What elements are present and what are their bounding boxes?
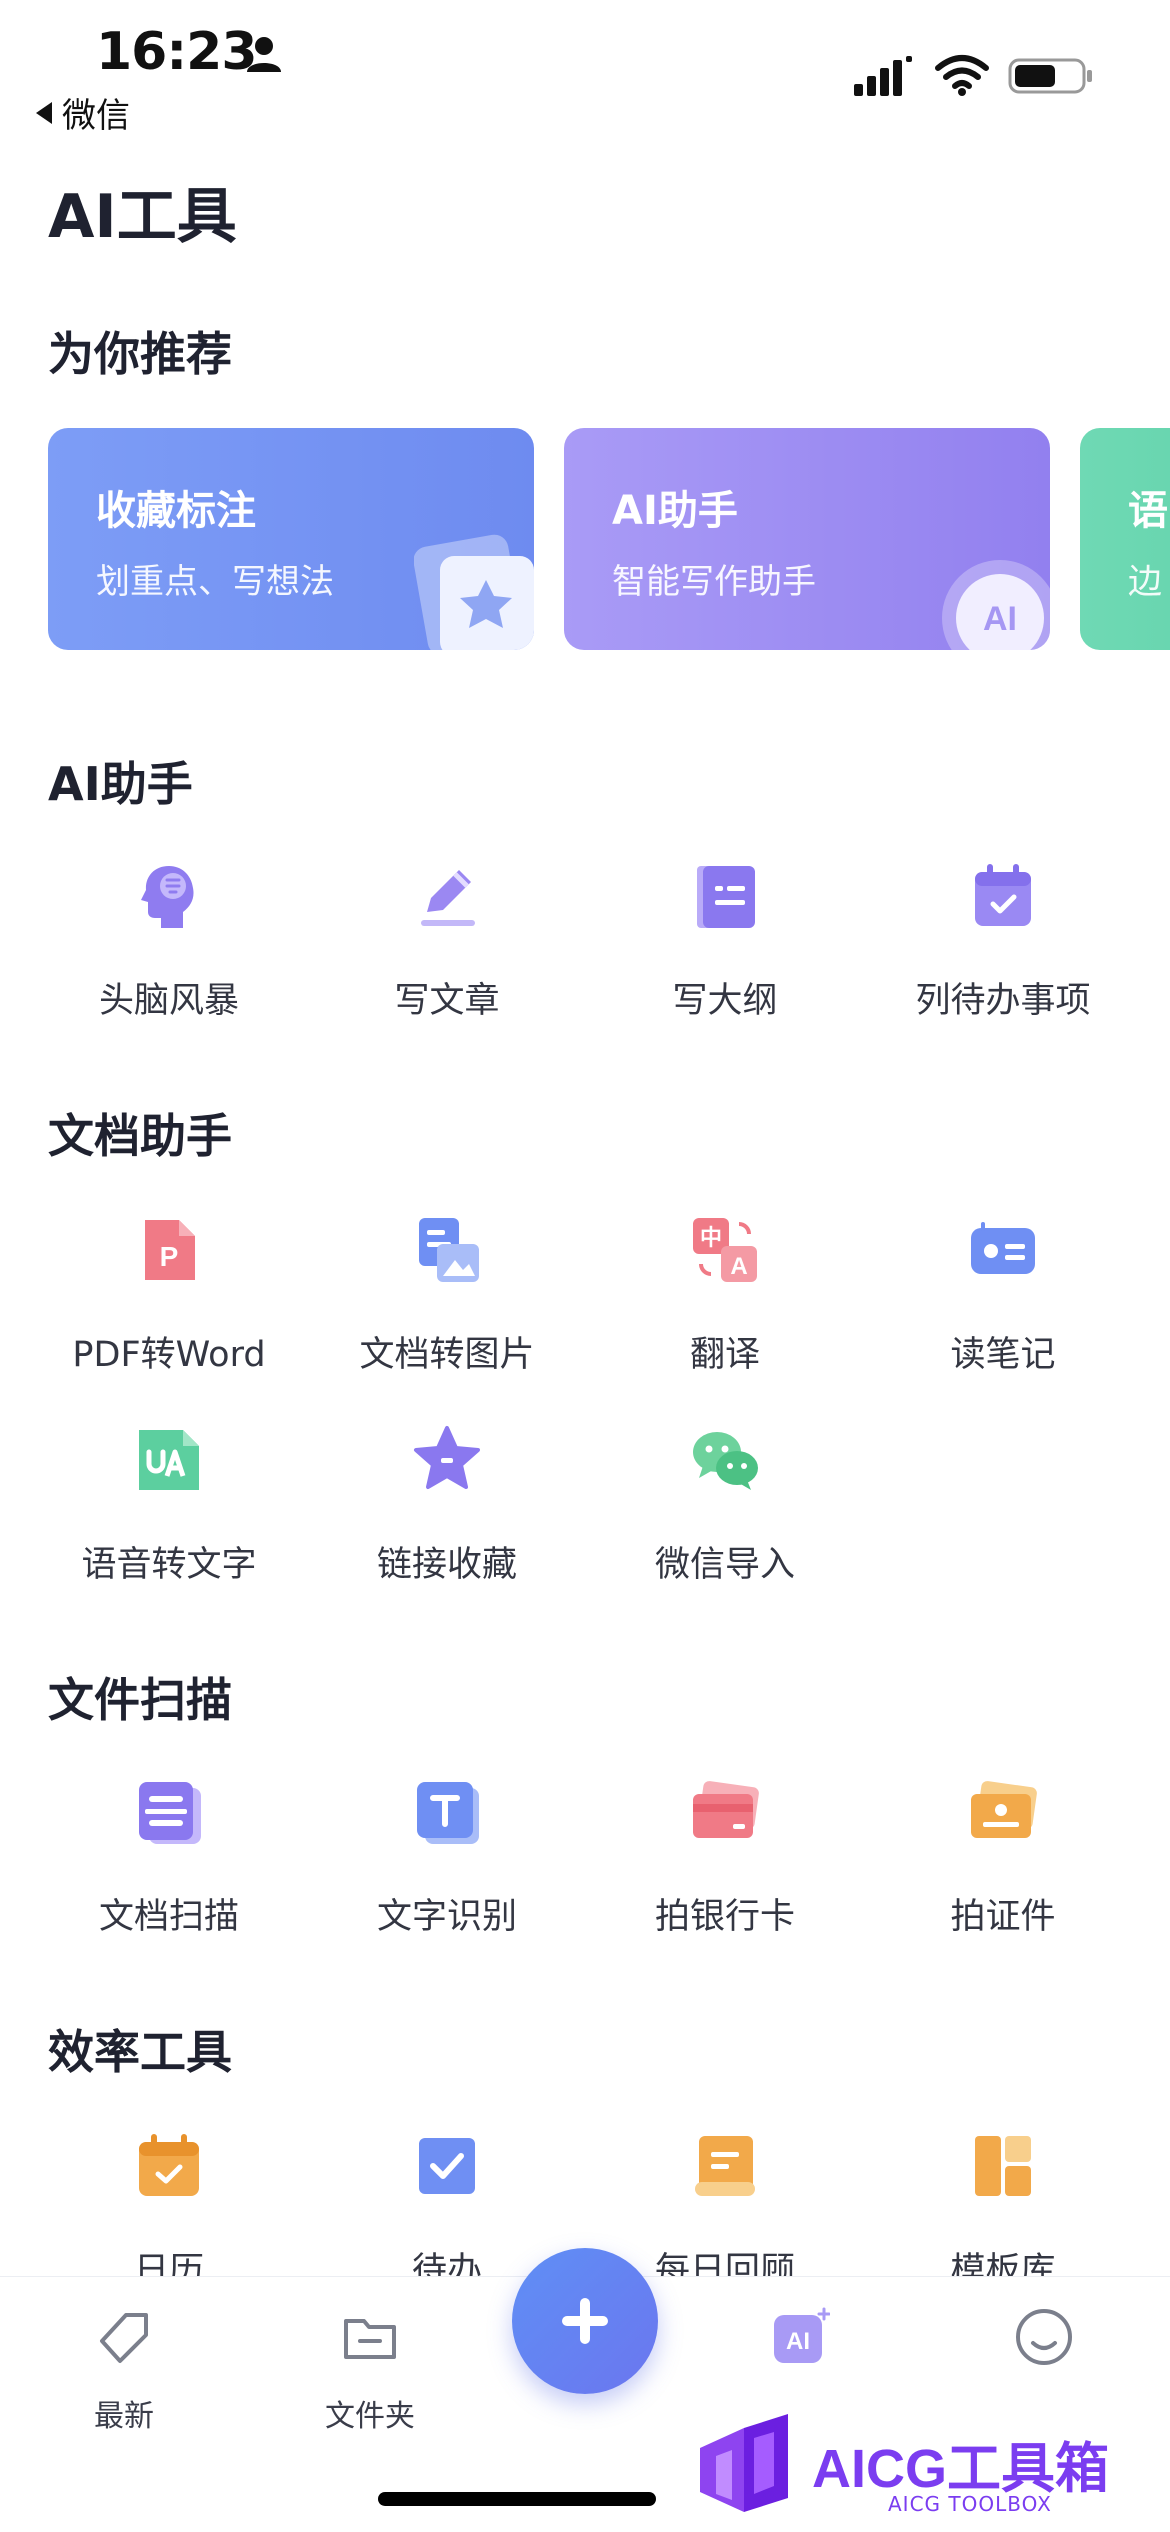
tool-label: 拍证件 bbox=[950, 1897, 1056, 1937]
tab-label: 文件夹 bbox=[325, 2399, 415, 2434]
tool-label: 头脑风暴 bbox=[98, 981, 239, 1021]
tool-link-bookmark[interactable]: 链接收藏 bbox=[308, 1424, 586, 1614]
tool-text-ocr[interactable]: 文字识别 bbox=[308, 1776, 586, 1966]
recommend-card-voice[interactable]: 语 边 bbox=[1080, 428, 1170, 650]
tab-folder[interactable]: 文件夹 bbox=[270, 2307, 470, 2457]
recommend-card-subtitle: 划重点、写想法 bbox=[96, 562, 334, 602]
text-ocr-icon bbox=[417, 1782, 479, 1844]
section-title-file-scan: 文件扫描 bbox=[48, 1673, 232, 1727]
tool-label: 拍银行卡 bbox=[654, 1897, 795, 1937]
tool-write-outline[interactable]: 写大纲 bbox=[586, 860, 864, 1050]
person-icon bbox=[247, 37, 281, 72]
tool-label: 写大纲 bbox=[672, 981, 778, 1021]
tool-label: 文字识别 bbox=[376, 1897, 517, 1937]
tool-voice-to-text[interactable]: 语音转文字 bbox=[30, 1424, 308, 1614]
outline-book-icon bbox=[697, 866, 755, 928]
back-arrow-icon bbox=[36, 101, 52, 124]
id-card-icon bbox=[971, 1781, 1037, 1838]
voice-to-text-icon bbox=[139, 1430, 199, 1490]
section-title-efficiency: 效率工具 bbox=[48, 2025, 232, 2079]
tab-latest[interactable]: 最新 bbox=[24, 2307, 224, 2457]
recommend-card-ai-assistant[interactable]: AI助手 智能写作助手 AI bbox=[564, 428, 1050, 650]
star-bookmark-icon bbox=[414, 1426, 480, 1489]
tool-wechat-import[interactable]: 微信导入 bbox=[586, 1424, 864, 1614]
pdf-icon: P bbox=[145, 1220, 195, 1280]
tool-label: PDF转Word bbox=[72, 1335, 266, 1375]
tool-label: 链接收藏 bbox=[376, 1545, 517, 1585]
tool-doc-to-image[interactable]: 文档转图片 bbox=[308, 1214, 586, 1404]
tool-label: 写文章 bbox=[394, 981, 500, 1021]
svg-text:A: A bbox=[730, 1253, 747, 1280]
recommend-card-favorites[interactable]: 收藏标注 划重点、写想法 bbox=[48, 428, 534, 650]
doc-scan-icon bbox=[139, 1782, 201, 1844]
back-app-label: 微信 bbox=[62, 96, 130, 136]
wifi-icon bbox=[935, 55, 989, 96]
plus-icon-vertical bbox=[580, 2298, 590, 2344]
back-to-wechat-link[interactable]: 微信 bbox=[36, 88, 130, 137]
recommend-card-subtitle: 智能写作助手 bbox=[612, 562, 816, 602]
tool-label: 文档转图片 bbox=[359, 1335, 535, 1375]
status-bar: 16:23 微信 bbox=[0, 0, 1170, 136]
tool-read-notes[interactable]: 读笔记 bbox=[864, 1214, 1142, 1404]
translate-icon: 中 A bbox=[693, 1218, 757, 1282]
battery-icon bbox=[1008, 58, 1092, 94]
tool-brainstorm[interactable]: 头脑风暴 bbox=[30, 860, 308, 1050]
svg-text:P: P bbox=[160, 1241, 179, 1272]
tag-icon bbox=[100, 2313, 148, 2363]
ai-tools-icon: AI bbox=[774, 2307, 830, 2363]
tool-pdf-to-word[interactable]: P PDF转Word bbox=[30, 1214, 308, 1404]
tool-label: 读笔记 bbox=[950, 1335, 1056, 1375]
star-card-icon bbox=[414, 534, 534, 650]
checkbox-icon bbox=[419, 2138, 475, 2194]
pencil-icon bbox=[421, 870, 475, 926]
section-title-ai-assistant: AI助手 bbox=[48, 757, 193, 811]
tool-label: 翻译 bbox=[689, 1335, 760, 1375]
svg-text:中: 中 bbox=[700, 1226, 722, 1251]
cellular-signal-icon bbox=[854, 56, 912, 96]
calendar-icon bbox=[139, 2134, 199, 2196]
status-time: 16:23 bbox=[96, 22, 258, 82]
tool-todo-list[interactable]: 列待办事项 bbox=[864, 860, 1142, 1050]
daily-review-icon bbox=[695, 2136, 755, 2196]
bank-card-icon bbox=[693, 1781, 759, 1838]
recommend-card-title: 收藏标注 bbox=[96, 488, 256, 534]
wechat-icon bbox=[693, 1432, 758, 1490]
section-title-doc-assistant: 文档助手 bbox=[48, 1109, 232, 1163]
svg-text:AI: AI bbox=[983, 600, 1017, 638]
tool-write-article[interactable]: 写文章 bbox=[308, 860, 586, 1050]
home-indicator bbox=[378, 2492, 656, 2506]
add-new-button[interactable] bbox=[512, 2248, 658, 2394]
todo-calendar-icon bbox=[975, 864, 1031, 926]
tool-label: 文档扫描 bbox=[98, 1897, 239, 1937]
recommend-cards-row[interactable]: 收藏标注 划重点、写想法 AI助手 智能写作助手 AI 语 边 bbox=[0, 428, 1170, 652]
section-title-recommend: 为你推荐 bbox=[48, 327, 232, 381]
profile-smile-icon bbox=[1016, 2309, 1072, 2365]
page-title: AI工具 bbox=[48, 182, 237, 252]
tool-label: 列待办事项 bbox=[915, 981, 1091, 1021]
doc-to-image-icon bbox=[419, 1218, 479, 1282]
template-icon bbox=[975, 2136, 1031, 2196]
folder-icon bbox=[344, 2319, 396, 2359]
svg-text:AI: AI bbox=[786, 2328, 810, 2355]
tool-doc-scan[interactable]: 文档扫描 bbox=[30, 1776, 308, 1966]
tool-label: 语音转文字 bbox=[81, 1545, 257, 1585]
read-note-icon bbox=[971, 1222, 1035, 1274]
tab-label: 最新 bbox=[94, 2399, 154, 2434]
watermark: AICG工具箱 AICG TOOLBOX bbox=[690, 2408, 1160, 2528]
tool-id-card[interactable]: 拍证件 bbox=[864, 1776, 1142, 1966]
recommend-card-subtitle: 边 bbox=[1128, 562, 1162, 602]
watermark-logo-icon bbox=[700, 2414, 788, 2512]
tool-label: 微信导入 bbox=[654, 1545, 795, 1585]
ai-tools-page: 16:23 微信 AI工具 为你推荐 收藏标注 划重点、写想法 AI助手 智能写… bbox=[0, 0, 1170, 2532]
recommend-card-title: 语 bbox=[1128, 488, 1168, 534]
watermark-subtitle: AICG TOOLBOX bbox=[888, 2492, 1052, 2516]
brain-icon bbox=[141, 866, 194, 928]
tool-bank-card[interactable]: 拍银行卡 bbox=[586, 1776, 864, 1966]
recommend-card-title: AI助手 bbox=[612, 488, 738, 534]
tool-translate[interactable]: 中 A 翻译 bbox=[586, 1214, 864, 1404]
ai-badge-icon: AI bbox=[942, 560, 1050, 650]
